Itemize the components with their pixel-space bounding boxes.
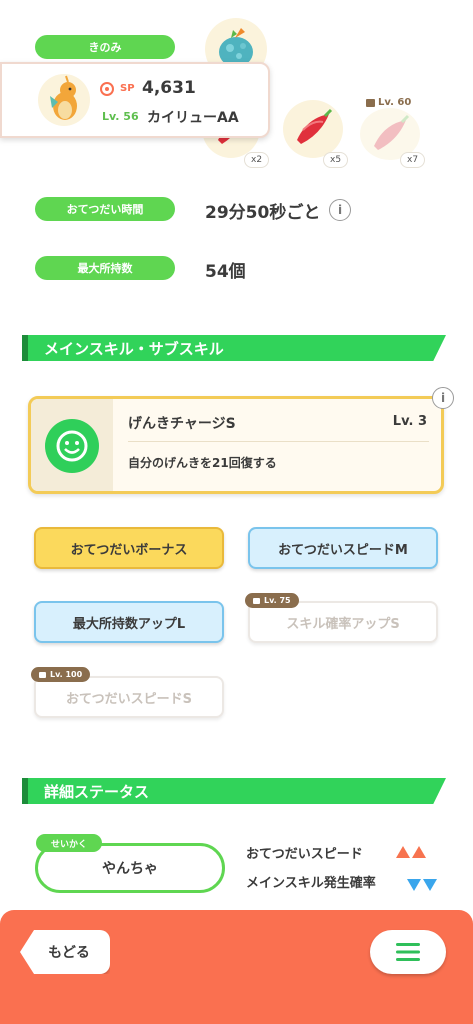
skill-icon-panel xyxy=(31,399,113,491)
info-icon[interactable]: i xyxy=(329,199,351,221)
skill-divider xyxy=(128,441,429,442)
pokemon-level: Lv. 56 xyxy=(102,110,139,123)
main-skill-description: 自分のげんきを21回復する xyxy=(128,456,277,470)
nature-up-stat: おてつだいスピード xyxy=(246,847,363,862)
subskill-helping-speed-s[interactable]: おてつだいスピードS xyxy=(34,676,224,718)
pokemon-name: カイリューAA xyxy=(147,110,239,126)
ingredient-lock-level: Lv. 60 xyxy=(366,97,411,108)
main-skill-level: Lv. 3 xyxy=(392,414,427,429)
ingredient-count-3: x7 xyxy=(400,152,426,168)
back-button-label: もどる xyxy=(48,945,90,961)
sp-label: SP xyxy=(120,83,135,94)
menu-button[interactable] xyxy=(370,930,446,974)
subskill-inventory-up-l[interactable]: 最大所持数アップL xyxy=(34,601,224,643)
subskill-lock-tag: Lv. 75 xyxy=(245,593,299,608)
section-marker xyxy=(22,335,28,361)
subskill-helping-speed-m[interactable]: おてつだいスピードM xyxy=(248,527,438,569)
up-arrows-icon xyxy=(396,846,426,858)
bottom-bar: もどる xyxy=(0,910,473,1024)
detail-section-title: 詳細ステータス xyxy=(22,778,446,804)
ingredient-pepper-icon xyxy=(283,100,343,158)
skills-section-title: メインスキル・サブスキル xyxy=(22,335,446,361)
main-skill-name: げんきチャージS xyxy=(128,416,236,432)
section-marker xyxy=(22,778,28,804)
ingredient-count-2: x5 xyxy=(323,152,349,168)
subskill-helping-bonus[interactable]: おてつだいボーナス xyxy=(34,527,224,569)
ingredient-count-1: x2 xyxy=(244,152,270,168)
help-time-label: おてつだい時間 xyxy=(35,197,175,221)
back-button[interactable]: もどる xyxy=(20,930,110,974)
hamburger-menu-icon xyxy=(396,943,420,961)
subskill-lock-tag: Lv. 100 xyxy=(31,667,91,682)
main-skill-card[interactable]: げんきチャージS Lv. 3 自分のげんきを21回復する xyxy=(28,396,444,494)
sp-icon xyxy=(100,82,114,96)
pokemon-card[interactable]: SP 4,631 Lv. 56 カイリューAA xyxy=(0,62,270,138)
nature-down-stat: メインスキル発生確率 xyxy=(246,876,376,891)
skill-info-icon[interactable]: i xyxy=(432,387,454,409)
max-carry-label: 最大所持数 xyxy=(35,256,175,280)
lock-level-text: Lv. 60 xyxy=(378,97,412,108)
lock-level-text: Lv. 75 xyxy=(264,596,291,605)
smile-icon xyxy=(45,419,99,473)
ingredients-label: きのみ xyxy=(35,35,175,59)
sp-value: 4,631 xyxy=(142,78,196,98)
max-carry-value: 54個 xyxy=(205,262,246,282)
nature-value: やんちゃ xyxy=(102,861,158,877)
lock-level-text: Lv. 100 xyxy=(50,670,83,679)
nature-tag: せいかく xyxy=(36,834,102,852)
lock-icon xyxy=(39,671,46,678)
help-time-value: 29分50秒ごと xyxy=(205,203,321,223)
dragonite-icon xyxy=(38,74,90,126)
down-arrows-icon xyxy=(407,876,437,895)
lock-icon xyxy=(366,98,375,107)
lock-icon xyxy=(253,597,260,604)
